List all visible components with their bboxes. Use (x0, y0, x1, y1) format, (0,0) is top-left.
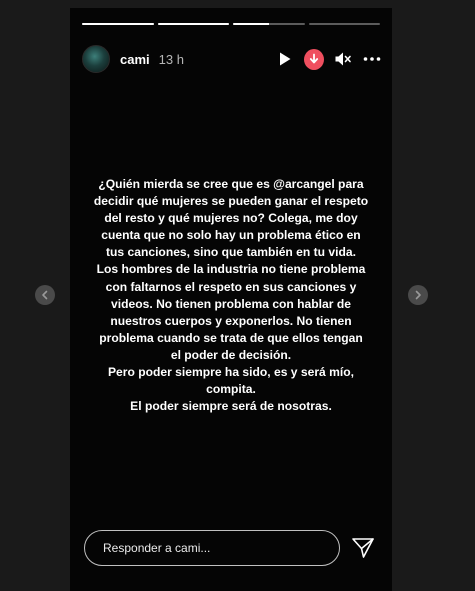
avatar[interactable] (82, 45, 110, 73)
send-icon (352, 538, 374, 558)
story-text: ¿Quién mierda se cree que es @arcangel p… (93, 177, 369, 414)
more-options-icon (363, 57, 381, 61)
play-button[interactable] (275, 49, 295, 69)
progress-segment-fill (233, 23, 269, 25)
progress-segment (157, 23, 229, 25)
username[interactable]: cami (120, 52, 150, 67)
progress-segment-fill (157, 23, 229, 25)
story-header: cami 13 h (82, 44, 382, 74)
previous-story-button[interactable] (35, 285, 55, 305)
progress-segment-fill (82, 23, 154, 25)
story-progress-bar (82, 23, 380, 25)
story-viewer: cami 13 h ¿Quién mierda se cree que es @… (0, 0, 475, 591)
send-button[interactable] (350, 535, 376, 561)
progress-segment (82, 23, 154, 25)
mute-button[interactable] (333, 49, 353, 69)
reply-input[interactable]: Responder a cami... (84, 530, 340, 566)
story-timestamp: 13 h (158, 51, 184, 67)
play-icon (280, 52, 291, 66)
speaker-muted-icon (335, 52, 351, 66)
story-controls (275, 48, 382, 70)
record-button[interactable] (304, 48, 324, 70)
reply-bar: Responder a cami... (84, 529, 378, 567)
chevron-right-icon (415, 290, 421, 300)
chevron-left-icon (42, 290, 48, 300)
progress-segment (233, 23, 305, 25)
record-icon (304, 48, 324, 70)
next-story-button[interactable] (408, 285, 428, 305)
progress-segment (308, 23, 380, 25)
more-options-button[interactable] (362, 49, 382, 69)
story-frame: cami 13 h ¿Quién mierda se cree que es @… (70, 8, 392, 591)
